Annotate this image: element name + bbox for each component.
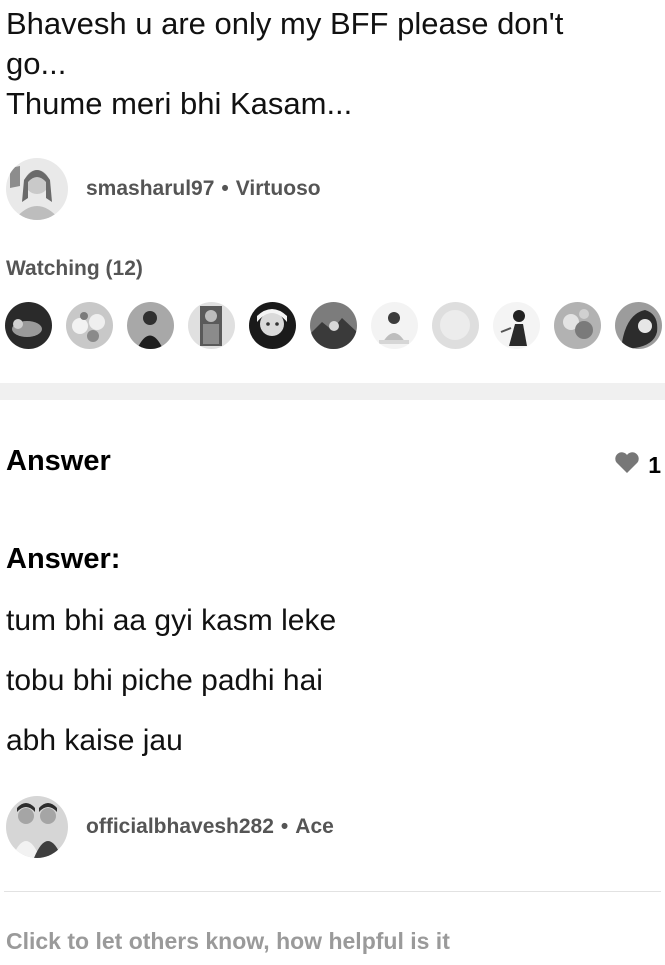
question-text: Bhavesh u are only my BFF please don't g… <box>6 6 564 121</box>
answer-line: tum bhi aa gyi kasm leke <box>6 604 337 637</box>
watcher-avatar[interactable] <box>554 302 601 349</box>
watcher-avatar[interactable] <box>249 302 296 349</box>
answerer-username[interactable]: officialbhavesh282 <box>86 815 274 839</box>
like-button[interactable]: 1 <box>614 451 661 479</box>
answerer-meta: officialbhavesh282 • Ace <box>86 815 334 839</box>
answer-line: tobu bhi piche padhi hai <box>6 664 323 697</box>
answerer-separator: • <box>280 815 289 838</box>
divider <box>4 891 661 892</box>
asker-row[interactable]: smasharul97 • Virtuoso <box>6 158 321 220</box>
asker-meta: smasharul97 • Virtuoso <box>86 177 321 201</box>
answer-line: abh kaise jau <box>6 724 183 757</box>
watcher-avatar[interactable] <box>5 302 52 349</box>
answerer-avatar[interactable] <box>6 796 68 858</box>
watchers-list <box>5 302 662 349</box>
watcher-avatar[interactable] <box>188 302 235 349</box>
watcher-avatar[interactable] <box>66 302 113 349</box>
watcher-avatar[interactable] <box>310 302 357 349</box>
watcher-avatar[interactable] <box>432 302 479 349</box>
watcher-avatar[interactable] <box>615 302 662 349</box>
answerer-rank: Ace <box>295 815 334 838</box>
answer-heading: Answer <box>6 445 111 477</box>
answerer-row[interactable]: officialbhavesh282 • Ace <box>6 796 334 858</box>
asker-username[interactable]: smasharul97 <box>86 177 214 201</box>
asker-avatar[interactable] <box>6 158 68 220</box>
answer-label: Answer: <box>6 543 121 575</box>
asker-rank: Virtuoso <box>235 177 321 200</box>
watching-title: Watching (12) <box>6 257 143 280</box>
heart-icon[interactable] <box>614 451 640 479</box>
helpful-prompt[interactable]: Click to let others know, how helpful is… <box>6 928 450 955</box>
watcher-avatar[interactable] <box>371 302 418 349</box>
asker-separator: • <box>221 177 229 200</box>
like-count: 1 <box>648 451 661 478</box>
section-separator <box>0 383 665 400</box>
watcher-avatar[interactable] <box>493 302 540 349</box>
watcher-avatar[interactable] <box>127 302 174 349</box>
